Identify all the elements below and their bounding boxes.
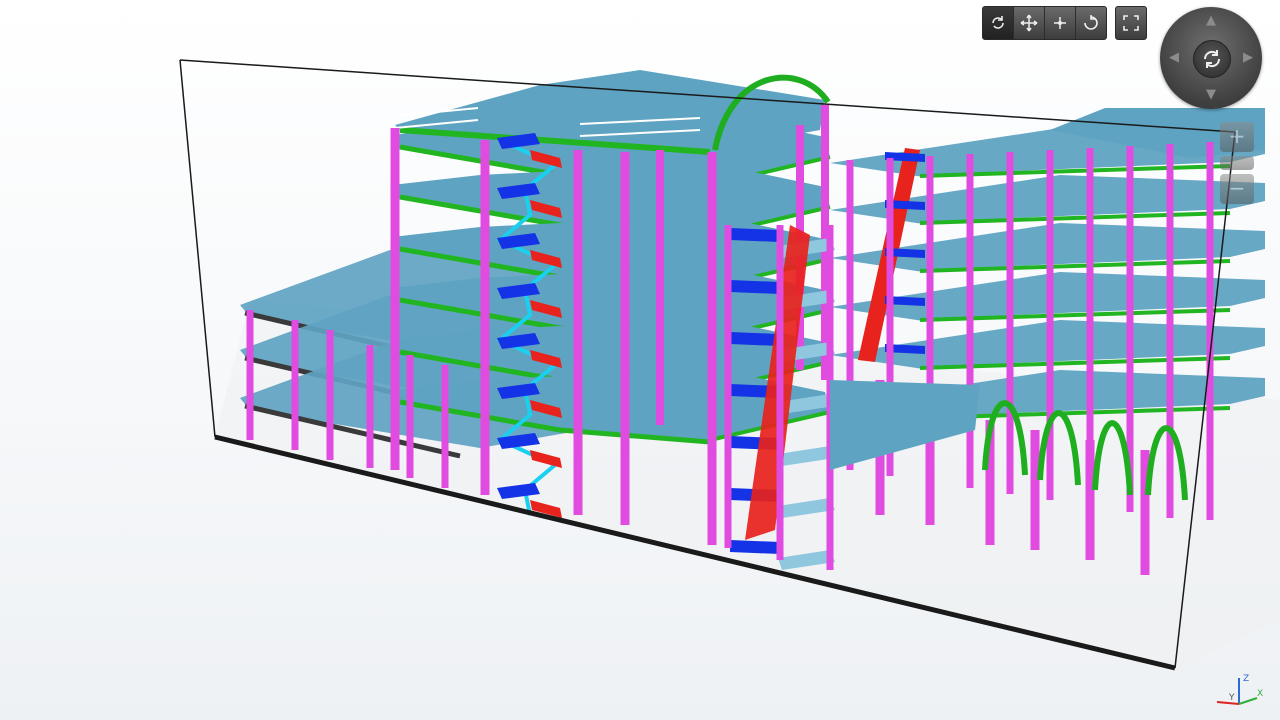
walk-button[interactable] <box>1045 7 1076 39</box>
orbit-icon <box>992 16 1004 29</box>
stair-landing-mid-2 <box>730 332 780 346</box>
fit-to-view-icon <box>1123 15 1139 31</box>
walk-icon <box>1054 17 1066 29</box>
stair-landing-mid-0 <box>730 228 780 242</box>
view-toolbar <box>982 6 1147 40</box>
orbit-center-button[interactable] <box>1193 40 1231 78</box>
navigation-mode-group <box>982 6 1107 40</box>
orbit-button[interactable] <box>983 7 1014 39</box>
nav-up-arrow-icon[interactable]: ▲ <box>1201 11 1221 31</box>
axis-triad-icon: Z X Y <box>1216 674 1263 705</box>
y-axis-label: Y <box>1228 693 1235 703</box>
stair-landing-mid-1 <box>730 280 780 294</box>
section-box-left-edge <box>179 59 216 438</box>
navigation-wheel[interactable]: ▲ ▼ ◀ ▶ <box>1160 7 1262 109</box>
zoom-controls: + − <box>1220 122 1258 208</box>
nav-down-arrow-icon[interactable]: ▼ <box>1201 85 1221 105</box>
nav-left-arrow-icon[interactable]: ◀ <box>1164 48 1184 68</box>
zoom-slider-handle[interactable] <box>1220 156 1254 170</box>
z-axis-label: Z <box>1243 674 1249 684</box>
structural-model-3d-view[interactable] <box>0 0 1280 720</box>
zoom-in-button[interactable]: + <box>1220 122 1254 152</box>
fit-to-view-button[interactable] <box>1116 7 1146 39</box>
pan-icon <box>1020 14 1038 32</box>
axis-triad: Z X Y <box>1205 668 1265 714</box>
zoom-out-button[interactable]: − <box>1220 174 1254 204</box>
nav-right-arrow-icon[interactable]: ▶ <box>1238 48 1258 68</box>
stair-landing-mid-6 <box>730 540 780 554</box>
fit-to-view-group <box>1115 6 1147 40</box>
x-axis-label: X <box>1257 689 1263 699</box>
look-around-button[interactable] <box>1076 7 1106 39</box>
look-around-icon <box>1084 15 1098 30</box>
pan-button[interactable] <box>1014 7 1045 39</box>
model-viewport[interactable] <box>0 0 1280 720</box>
orbit-icon <box>1203 50 1221 68</box>
